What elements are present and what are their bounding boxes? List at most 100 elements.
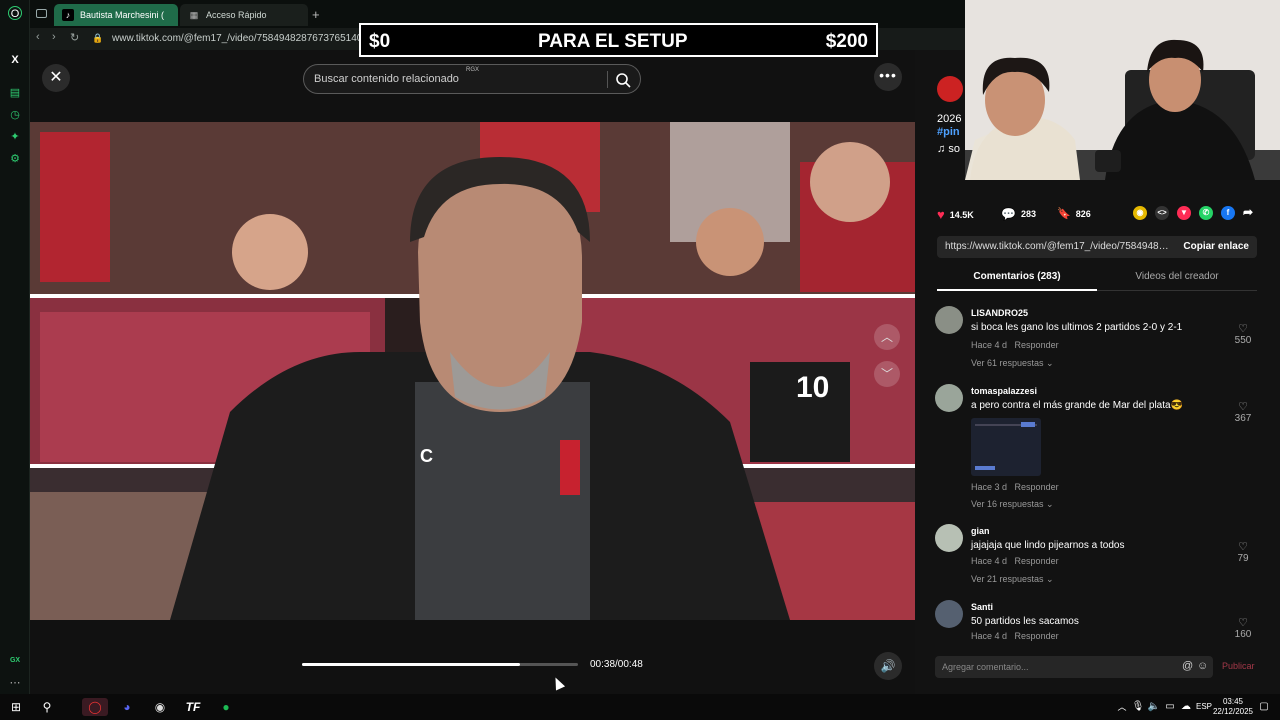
music-note-icon: ♫ <box>937 143 946 155</box>
settings-gear-icon[interactable]: ⚙ <box>8 152 22 166</box>
bookmark-icon: 🔖 <box>1057 208 1071 220</box>
volume-button[interactable]: 🔊 <box>874 652 902 680</box>
search-divider <box>607 71 608 88</box>
comment-like[interactable]: ♡ 550 <box>1231 322 1255 346</box>
mention-icon[interactable]: @ <box>1182 660 1193 672</box>
heart-outline-icon: ♡ <box>1238 323 1248 335</box>
cloud-icon[interactable]: ☁ <box>1176 698 1196 716</box>
comment-meta: Hace 4 d Responder <box>971 340 1059 350</box>
forward-icon[interactable]: › <box>52 31 56 43</box>
video-link[interactable]: https://www.tiktok.com/@fem17_/video/758… <box>945 241 1171 252</box>
reload-icon[interactable]: ↻ <box>70 31 79 44</box>
view-replies-button[interactable]: Ver 61 respuestas ⌄ <box>971 358 1054 369</box>
comment-text: a pero contra el más grande de Mar del p… <box>971 400 1184 411</box>
goal-title: PARA EL SETUP <box>538 31 688 52</box>
avatar[interactable] <box>935 524 963 552</box>
more-icon[interactable]: ⋯ <box>8 676 22 690</box>
more-options-button[interactable]: ••• <box>874 63 902 91</box>
notifications-icon[interactable]: ▢ <box>1254 698 1274 716</box>
comment-count: 283 <box>1020 209 1036 219</box>
reply-button[interactable]: Responder <box>1015 631 1059 641</box>
facebook-icon[interactable]: f <box>1221 206 1235 220</box>
comment-button[interactable]: 💬 283 <box>1001 207 1036 221</box>
heart-outline-icon: ♡ <box>1238 401 1248 413</box>
embed-icon[interactable]: <> <box>1155 206 1169 220</box>
avatar[interactable] <box>935 384 963 412</box>
comment-like-count: 79 <box>1237 553 1249 564</box>
comment-item: gian jajajaja que lindo pijearnos a todo… <box>935 518 1265 593</box>
avatar[interactable] <box>935 600 963 628</box>
sound-label[interactable]: so <box>948 143 960 155</box>
video-player[interactable]: 10 C <box>30 122 915 620</box>
copy-link-row: https://www.tiktok.com/@fem17_/video/758… <box>937 236 1257 258</box>
extensions-icon[interactable]: ✦ <box>8 130 22 144</box>
previous-video-button[interactable]: ︿ <box>874 324 900 350</box>
send-icon[interactable]: ▼ <box>1177 206 1191 220</box>
goal-target-amount: $200 <box>825 31 868 52</box>
share-coin-icon[interactable]: ◉ <box>1133 206 1147 220</box>
comment-item: LISANDRO25 si boca les gano los ultimos … <box>935 300 1265 375</box>
back-icon[interactable]: ‹ <box>36 31 40 43</box>
comment-like[interactable]: ♡ 160 <box>1231 616 1255 640</box>
search-input[interactable]: Buscar contenido relacionado <box>314 73 459 85</box>
save-count: 826 <box>1075 208 1091 219</box>
search-icon[interactable]: ⚲ <box>37 698 57 716</box>
video-progress-bar[interactable] <box>302 663 578 666</box>
opera-logo-icon[interactable]: O <box>8 6 22 20</box>
comment-like[interactable]: ♡ 367 <box>1231 400 1255 424</box>
view-replies-button[interactable]: Ver 16 respuestas ⌄ <box>971 499 1054 510</box>
search-icon[interactable] <box>614 71 632 89</box>
comment-username[interactable]: tomaspalazzesi <box>971 386 1037 396</box>
tab-menu-icon[interactable] <box>36 9 47 18</box>
tab-acceso-rapido[interactable]: ▦ Acceso Rápido <box>180 4 308 26</box>
like-button[interactable]: ♥ 14.5K <box>937 207 974 222</box>
author-avatar[interactable] <box>937 76 963 102</box>
save-button[interactable]: 🔖 826 <box>1057 207 1091 220</box>
caption-year: 2026 <box>937 113 962 125</box>
x-twitter-icon[interactable]: X <box>8 53 22 67</box>
tab-label: Bautista Marchesini ( <box>80 10 165 20</box>
tf-app-icon[interactable]: TF <box>183 698 203 716</box>
tab-comments[interactable]: Comentarios (283) <box>937 271 1097 282</box>
spotify-icon[interactable]: ● <box>216 698 236 716</box>
view-replies-button[interactable]: Ver 21 respuestas ⌄ <box>971 574 1054 585</box>
screen: O X ▤ ◷ ✦ ⚙ GX ⋯ ♪ Bautista Marchesini (… <box>0 0 1280 720</box>
reply-button[interactable]: Responder <box>1015 482 1059 492</box>
discord-icon[interactable]: ◕ <box>117 698 137 716</box>
emoji-icon[interactable]: ☺ <box>1197 660 1208 672</box>
share-arrow-icon[interactable]: ➦ <box>1243 205 1253 219</box>
history-icon[interactable]: ◷ <box>8 108 22 122</box>
reply-button[interactable]: Responder <box>1015 340 1059 350</box>
obs-icon[interactable]: ◉ <box>150 698 170 716</box>
webcam-overlay <box>965 0 1280 180</box>
clock[interactable]: 03:45 22/12/2025 <box>1212 697 1254 717</box>
comment-meta: Hace 4 d Responder <box>971 556 1059 566</box>
comment-username[interactable]: LISANDRO25 <box>971 308 1028 318</box>
new-tab-button[interactable]: + <box>312 7 320 22</box>
wallet-icon[interactable]: ▤ <box>8 86 22 100</box>
copy-link-button[interactable]: Copiar enlace <box>1183 241 1249 252</box>
tab-bautista[interactable]: ♪ Bautista Marchesini ( <box>54 4 178 26</box>
whatsapp-icon[interactable]: ✆ <box>1199 206 1213 220</box>
comment-username[interactable]: Santi <box>971 602 993 612</box>
next-video-button[interactable]: ﹀ <box>874 361 900 387</box>
add-comment-input[interactable]: Agregar comentario... <box>942 662 1029 672</box>
close-button[interactable]: ✕ <box>42 64 70 92</box>
add-comment-field[interactable]: Agregar comentario... @ ☺ <box>935 656 1213 678</box>
publish-button[interactable]: Publicar <box>1222 661 1255 671</box>
view-replies-label: Ver 16 respuestas <box>971 499 1044 509</box>
language-indicator[interactable]: ESP <box>1196 702 1212 711</box>
comment-text: 50 partidos les sacamos <box>971 616 1079 627</box>
avatar[interactable] <box>935 306 963 334</box>
comment-image[interactable] <box>971 418 1041 476</box>
comment-like[interactable]: ♡ 79 <box>1231 540 1255 564</box>
opera-gx-icon[interactable]: ◯ <box>82 698 108 716</box>
reply-button[interactable]: Responder <box>1015 556 1059 566</box>
comment-text: jajajaja que lindo pijearnos a todos <box>971 540 1125 551</box>
setup-goal-banner: $0 PARA EL SETUP $200 <box>359 23 878 57</box>
caption-hashtag[interactable]: #pin <box>937 126 967 138</box>
comment-username[interactable]: gian <box>971 526 990 536</box>
url-input[interactable]: www.tiktok.com/@fem17_/video/75849482876… <box>112 33 362 44</box>
windows-start-icon[interactable]: ⊞ <box>6 698 26 716</box>
tab-creator-videos[interactable]: Videos del creador <box>1097 271 1257 282</box>
